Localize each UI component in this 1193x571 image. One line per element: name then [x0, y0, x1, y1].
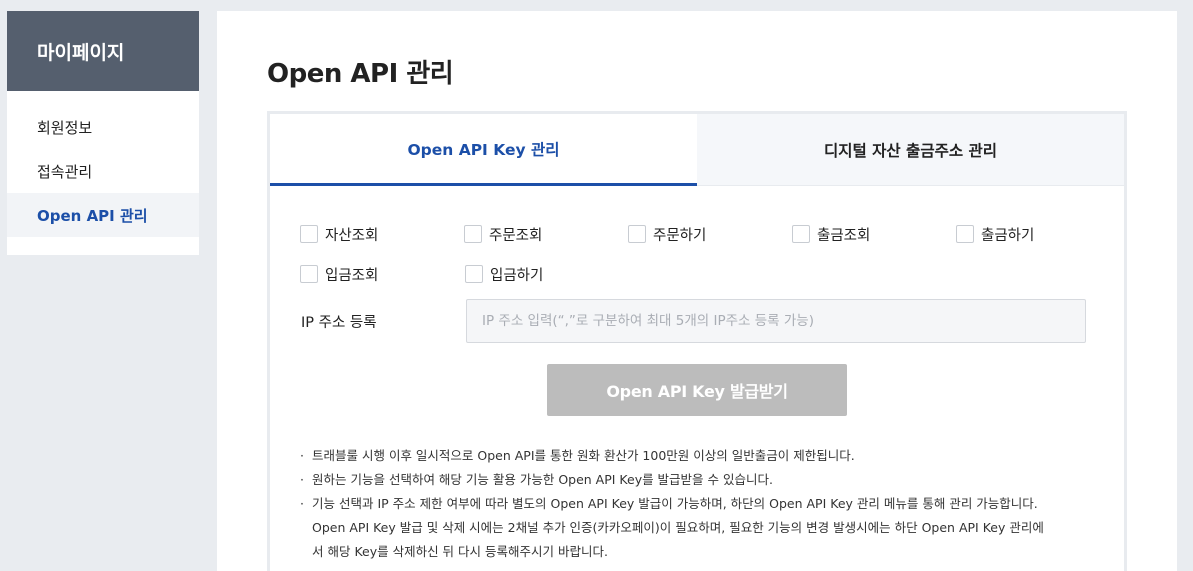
bullet: ·: [300, 472, 304, 487]
permission-withdraw-view[interactable]: 출금조회: [792, 224, 956, 245]
checkbox[interactable]: [300, 265, 318, 283]
notice-text: 원하는 기능을 선택하여 해당 기능 활용 가능한 Open API Key를 …: [312, 472, 773, 487]
ip-address-label: IP 주소 등록: [301, 315, 377, 331]
permission-row: 자산조회 주문조회 주문하기 출금조회 출금하기: [300, 214, 1120, 254]
tab-bar: Open API Key 관리 디지털 자산 출금주소 관리: [270, 114, 1124, 186]
sidebar-item-open-api[interactable]: Open API 관리: [7, 193, 199, 237]
permission-asset-view[interactable]: 자산조회: [300, 224, 464, 245]
checkbox-label: 입금하기: [490, 267, 544, 284]
checkbox-label: 주문하기: [653, 227, 707, 244]
checkbox[interactable]: [300, 225, 318, 243]
checkbox[interactable]: [956, 225, 974, 243]
sidebar-nav: 회원정보 접속관리 Open API 관리: [7, 91, 199, 237]
notice-text: Open API Key 발급 및 삭제 시에는 2채널 추가 인증(카카오페이…: [312, 520, 1044, 535]
checkbox[interactable]: [465, 265, 483, 283]
permission-withdraw[interactable]: 출금하기: [956, 224, 1120, 245]
checkbox[interactable]: [792, 225, 810, 243]
notice-item: · 트래블룰 시행 이후 일시적으로 Open API를 통한 원화 환산가 1…: [300, 444, 1100, 468]
sidebar: 마이페이지 회원정보 접속관리 Open API 관리: [7, 11, 199, 255]
checkbox-label: 주문조회: [489, 227, 543, 244]
checkbox-label: 자산조회: [325, 227, 379, 244]
bullet: ·: [300, 448, 304, 463]
permission-order-view[interactable]: 주문조회: [464, 224, 628, 245]
checkbox-label: 출금하기: [981, 227, 1035, 244]
page-title: Open API 관리: [267, 59, 454, 89]
issue-api-key-button[interactable]: Open API Key 발급받기: [547, 364, 847, 416]
bullet: ·: [300, 496, 304, 511]
sidebar-item-member-info[interactable]: 회원정보: [7, 105, 199, 149]
notice-item: · 원하는 기능을 선택하여 해당 기능 활용 가능한 Open API Key…: [300, 468, 1100, 492]
main-content: Open API 관리 Open API Key 관리 디지털 자산 출금주소 …: [217, 11, 1177, 571]
sidebar-item-access-management[interactable]: 접속관리: [7, 149, 199, 193]
permission-deposit-view[interactable]: 입금조회: [300, 264, 465, 285]
notice-list: · 트래블룰 시행 이후 일시적으로 Open API를 통한 원화 환산가 1…: [300, 444, 1100, 564]
checkbox-label: 출금조회: [817, 227, 871, 244]
ip-address-input[interactable]: [466, 299, 1086, 343]
sidebar-title: 마이페이지: [7, 11, 199, 91]
permission-row: 입금조회 입금하기: [300, 254, 1120, 294]
permission-deposit[interactable]: 입금하기: [465, 264, 630, 285]
permission-checkboxes: 자산조회 주문조회 주문하기 출금조회 출금하기 입금조회 입금하기: [300, 214, 1120, 294]
notice-text: 기능 선택과 IP 주소 제한 여부에 따라 별도의 Open API Key …: [312, 496, 1038, 511]
notice-text: 서 해당 Key를 삭제하신 뒤 다시 등록해주시기 바랍니다.: [312, 544, 608, 559]
notice-item: · 기능 선택과 IP 주소 제한 여부에 따라 별도의 Open API Ke…: [300, 492, 1100, 564]
checkbox[interactable]: [628, 225, 646, 243]
tab-panel: Open API Key 관리 디지털 자산 출금주소 관리 자산조회 주문조회…: [267, 111, 1127, 571]
tab-withdrawal-address[interactable]: 디지털 자산 출금주소 관리: [697, 114, 1124, 186]
notice-text: 트래블룰 시행 이후 일시적으로 Open API를 통한 원화 환산가 100…: [312, 448, 855, 463]
checkbox[interactable]: [464, 225, 482, 243]
permission-order-place[interactable]: 주문하기: [628, 224, 792, 245]
tab-open-api-key[interactable]: Open API Key 관리: [270, 114, 697, 186]
checkbox-label: 입금조회: [325, 267, 379, 284]
